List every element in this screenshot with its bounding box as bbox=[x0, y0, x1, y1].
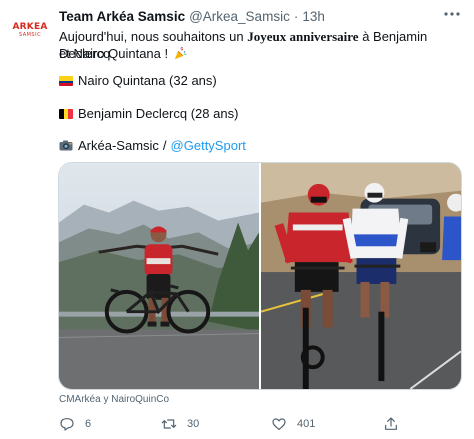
share-icon bbox=[385, 417, 397, 430]
tweet-header: Team Arkéa Samsic @Arkea_Samsic · 13h bbox=[59, 7, 462, 25]
header-separator: · bbox=[293, 8, 299, 24]
share-button[interactable] bbox=[383, 416, 409, 432]
avatar[interactable]: ARKEA SAMSIC bbox=[8, 8, 52, 52]
mention-text-quintana: Nairo Quintana (32 ans) bbox=[78, 73, 217, 88]
avatar-brand-subtext: SAMSIC bbox=[18, 31, 42, 38]
author-handle[interactable]: @Arkea_Samsic bbox=[189, 9, 290, 24]
retweet-count: 30 bbox=[187, 418, 200, 430]
heart-icon bbox=[272, 418, 286, 430]
belgium-flag-icon bbox=[59, 108, 73, 119]
tweet-timestamp[interactable]: 13h bbox=[302, 9, 325, 24]
like-count: 401 bbox=[297, 418, 316, 430]
tweet-actions: 6 30 401 bbox=[59, 414, 463, 434]
tweet-text-line2: et Nairo Quintana ! bbox=[59, 46, 172, 61]
photo-credit-separator: / bbox=[162, 138, 167, 153]
like-button[interactable]: 401 bbox=[271, 416, 315, 432]
colombia-flag-icon bbox=[59, 75, 73, 86]
tweet-text-line-2: et Nairo Quintana ! bbox=[59, 45, 462, 62]
camera-icon bbox=[59, 140, 73, 151]
photo-race-action[interactable] bbox=[261, 163, 461, 389]
photo-quintana-mountain[interactable] bbox=[59, 163, 259, 389]
tweet[interactable]: ARKEA SAMSIC Team Arkéa Samsic @Arkea_Sa… bbox=[0, 0, 474, 439]
tweet-text-bold: Joyeux anniversaire bbox=[247, 29, 359, 44]
photo-credit-team: Arkéa-Samsic bbox=[78, 138, 159, 153]
more-options-icon[interactable] bbox=[442, 6, 462, 22]
media-grid bbox=[58, 162, 462, 390]
getty-sport-link[interactable]: @GettySport bbox=[171, 137, 246, 154]
avatar-brand-text: ARKEA bbox=[12, 21, 48, 32]
reply-count: 6 bbox=[85, 418, 92, 430]
photo-credit-line: Arkéa-Samsic / @GettySport bbox=[59, 137, 246, 154]
mention-text-declercq: Benjamin Declercq (28 ans) bbox=[78, 106, 239, 121]
author-name[interactable]: Team Arkéa Samsic bbox=[59, 9, 185, 24]
retweet-button[interactable]: 30 bbox=[161, 416, 199, 432]
party-popper-emoji bbox=[174, 47, 187, 60]
mention-row-declercq: Benjamin Declercq (28 ans) bbox=[59, 105, 238, 122]
mention-row-quintana: Nairo Quintana (32 ans) bbox=[59, 72, 217, 89]
retweet-icon bbox=[161, 419, 177, 429]
tweet-text-intro: Aujourd'hui, nous souhaitons un bbox=[59, 29, 248, 44]
media-tagged-users[interactable]: CMArkéa y NairoQuinCo bbox=[59, 394, 169, 405]
reply-icon bbox=[60, 418, 74, 431]
reply-button[interactable]: 6 bbox=[59, 416, 91, 432]
